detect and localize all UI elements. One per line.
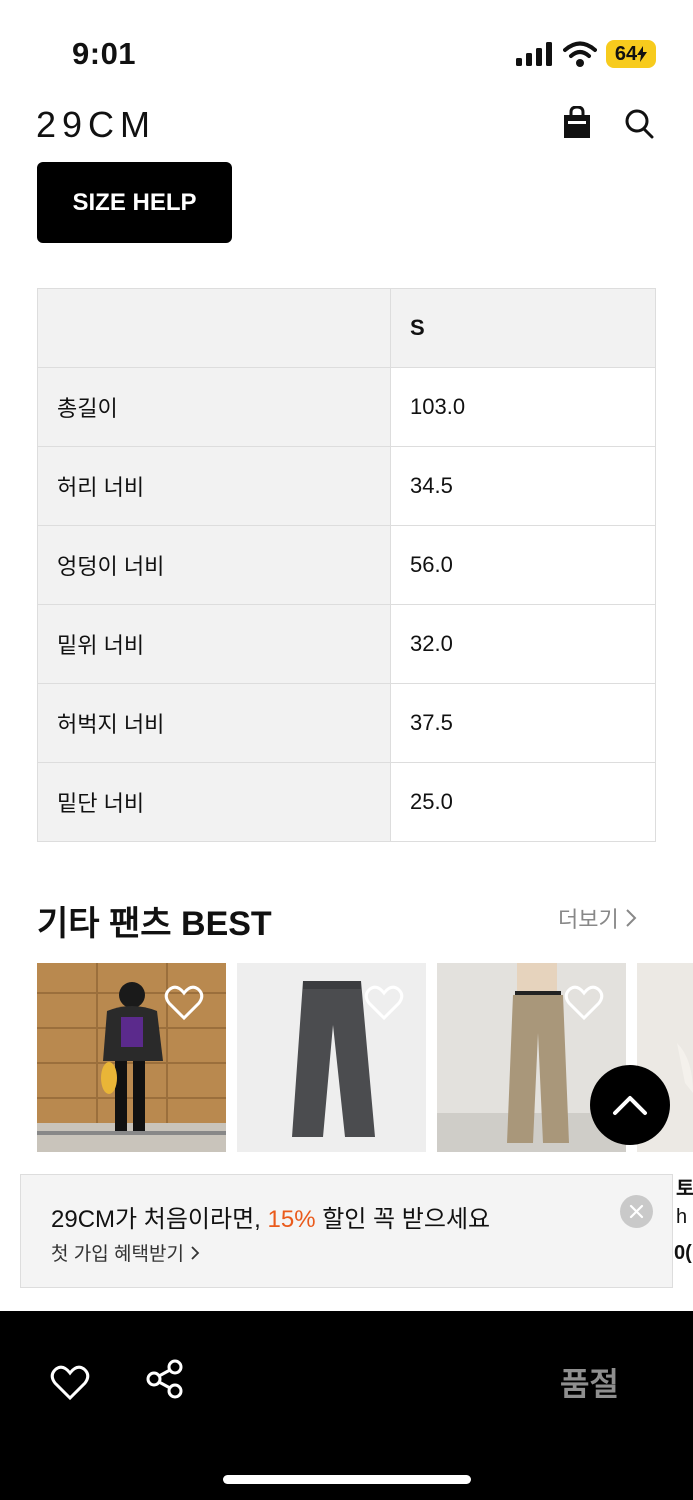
product-price-partial: 0(	[674, 1242, 692, 1264]
measurement-value: 25.0	[390, 762, 656, 842]
product-brand-partial: 토	[676, 1178, 693, 1200]
battery-level: 64	[614, 42, 638, 65]
measurement-label: 총길이	[37, 367, 391, 447]
measurement-label: 허리 너비	[37, 446, 391, 526]
cellular-signal-icon	[516, 42, 552, 66]
product-name-partial: h	[676, 1206, 688, 1228]
size-table: S 총길이 103.0 허리 너비 34.5 엉덩이 너비 56.0 밑위 너비…	[37, 288, 656, 842]
size-column-header: S	[390, 288, 656, 368]
brand-logo[interactable]: 29CM	[36, 104, 156, 146]
section-title: 기타 팬츠 BEST	[37, 905, 272, 943]
signup-benefit-label: 첫 가입 혜택받기	[51, 1244, 184, 1265]
heart-icon[interactable]	[164, 985, 204, 1021]
scroll-top-button[interactable]	[590, 1065, 670, 1145]
more-link[interactable]: 더보기	[558, 902, 637, 934]
heart-icon[interactable]	[564, 985, 604, 1021]
measurement-value: 56.0	[390, 525, 656, 605]
measurement-label: 엉덩이 너비	[37, 525, 391, 605]
measurement-label: 허벅지 너비	[37, 683, 391, 763]
status-time: 9:01	[72, 36, 137, 71]
size-table-header-row: S	[37, 288, 656, 368]
share-icon[interactable]	[146, 1359, 184, 1399]
more-link-label: 더보기	[558, 907, 619, 932]
chevron-up-icon	[613, 1096, 647, 1115]
battery-indicator: 64	[606, 40, 656, 68]
shopping-bag-icon[interactable]	[561, 106, 593, 140]
measurement-value: 103.0	[390, 367, 656, 447]
promo-title: 29CM가 처음이라면, 15% 할인 꼭 받으세요	[51, 1199, 490, 1234]
measurement-value: 32.0	[390, 604, 656, 684]
measurement-value: 34.5	[390, 446, 656, 526]
chevron-right-icon	[191, 1245, 200, 1260]
measurement-value: 37.5	[390, 683, 656, 763]
soldout-button[interactable]: 품절	[560, 1359, 619, 1405]
size-table-row: 밑위 너비 32.0	[37, 604, 656, 684]
measurement-label: 밑단 너비	[37, 762, 391, 842]
size-table-row: 엉덩이 너비 56.0	[37, 525, 656, 605]
chevron-right-icon	[626, 909, 637, 927]
promo-banner[interactable]: 29CM가 처음이라면, 15% 할인 꼭 받으세요 첫 가입 혜택받기	[20, 1174, 673, 1288]
promo-title-suffix: 할인 꼭 받으세요	[315, 1206, 491, 1233]
size-table-row: 밑단 너비 25.0	[37, 762, 656, 842]
size-table-row: 허벅지 너비 37.5	[37, 683, 656, 763]
close-icon	[629, 1204, 644, 1219]
size-table-corner-cell	[37, 288, 391, 368]
heart-icon[interactable]	[364, 985, 404, 1021]
promo-discount: 15%	[267, 1206, 316, 1233]
product-card[interactable]	[237, 963, 426, 1152]
size-help-button[interactable]: SIZE HELP	[37, 162, 232, 243]
measurement-label: 밑위 너비	[37, 604, 391, 684]
size-table-row: 허리 너비 34.5	[37, 446, 656, 526]
charging-bolt-icon	[637, 46, 648, 62]
size-table-row: 총길이 103.0	[37, 367, 656, 447]
product-card[interactable]	[37, 963, 226, 1152]
home-indicator	[223, 1475, 471, 1484]
wifi-icon	[563, 41, 597, 67]
close-button[interactable]	[620, 1195, 653, 1228]
bottom-action-bar: 품절	[0, 1311, 693, 1500]
heart-icon[interactable]	[50, 1365, 90, 1401]
search-icon[interactable]	[623, 106, 655, 140]
signup-benefit-link[interactable]: 첫 가입 혜택받기	[51, 1239, 200, 1266]
promo-title-prefix: 29CM가 처음이라면,	[51, 1206, 268, 1233]
